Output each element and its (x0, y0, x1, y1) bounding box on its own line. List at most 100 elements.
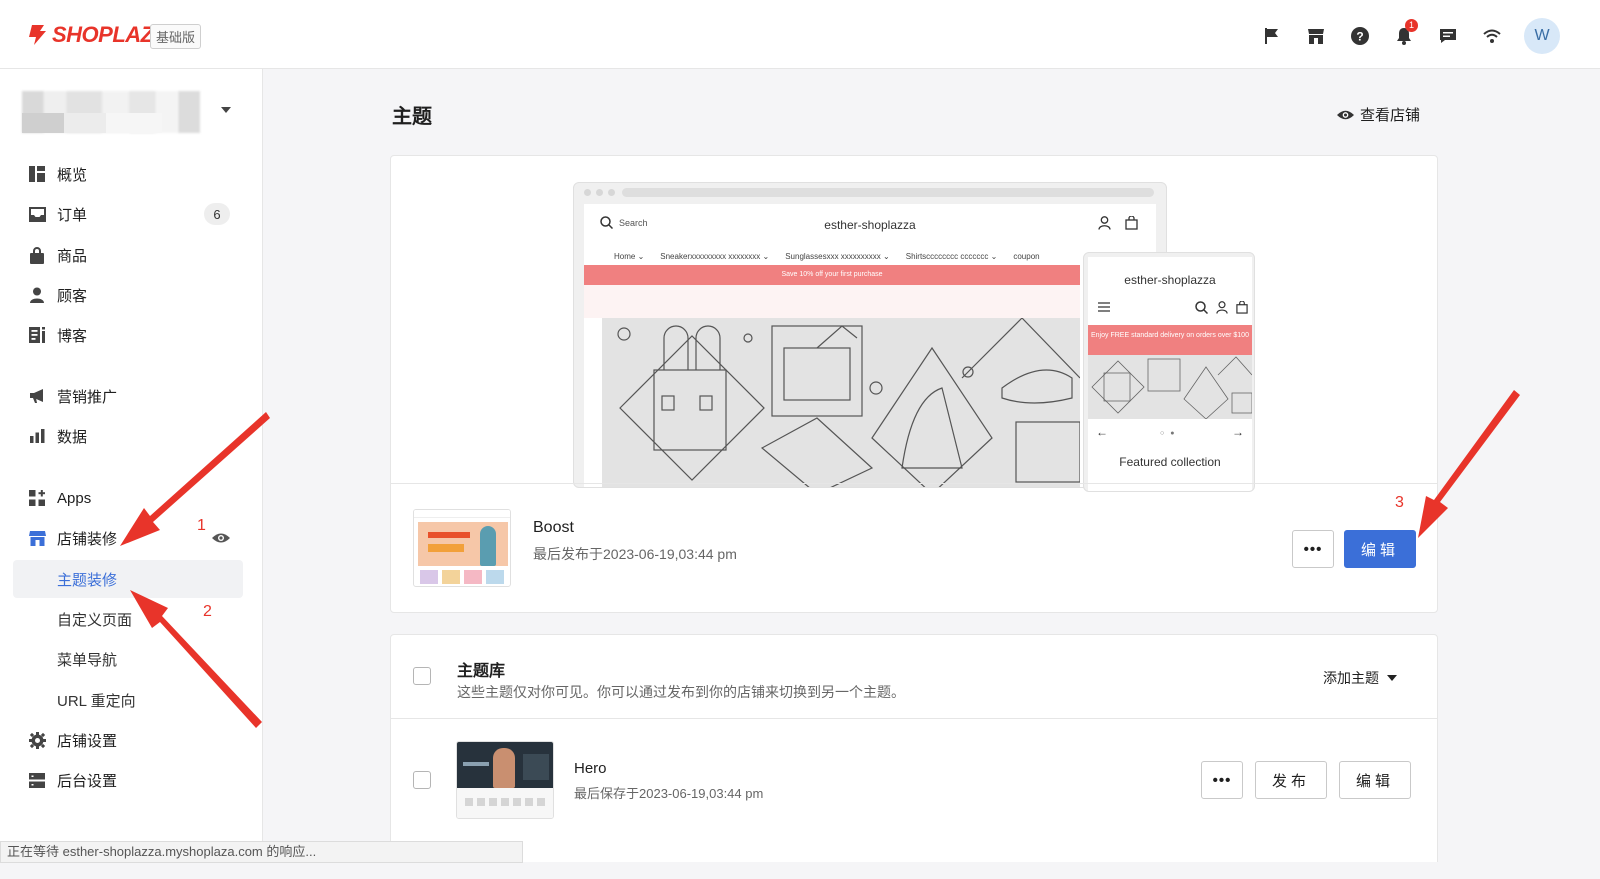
sidebar-item-label: 店铺设置 (57, 732, 118, 750)
svg-text:?: ? (1356, 30, 1363, 44)
sidebar-item-label: 博客 (57, 327, 88, 345)
sidebar-item-products[interactable]: 商品 (28, 240, 87, 270)
orders-count-badge: 6 (204, 203, 230, 225)
sidebar-item-label: 订单 (57, 206, 88, 224)
eye-icon (1337, 110, 1354, 119)
desktop-page: Search esther-shoplazza Home ⌄ Sneakerxx… (584, 204, 1156, 487)
sidebar-subitem-label: 自定义页面 (57, 611, 133, 629)
sidebar-subitem-custom-pages[interactable]: 自定义页面 (57, 604, 132, 634)
sidebar-subitem-label: 主题装修 (57, 571, 118, 589)
eye-icon[interactable] (212, 531, 230, 549)
apps-icon (28, 489, 46, 507)
mobile-featured-collection: Featured collection (1119, 455, 1221, 469)
store-icon[interactable] (1294, 19, 1338, 53)
desktop-preview: Search esther-shoplazza Home ⌄ Sneakerxx… (573, 182, 1167, 488)
wifi-icon[interactable] (1470, 19, 1514, 53)
sidebar-item-label: 营销推广 (57, 388, 118, 406)
top-bar: SHOPLAZZA 基础版 ? 1 W (0, 0, 1600, 69)
sidebar-item-label: 数据 (57, 428, 88, 446)
carousel-dots: ○● (1160, 430, 1181, 437)
sidebar-item-overview[interactable]: 概览 (28, 159, 87, 189)
help-icon[interactable]: ? (1338, 19, 1382, 53)
library-title: 主题库 (457, 663, 506, 680)
person-icon (28, 286, 46, 304)
chat-icon[interactable] (1426, 19, 1470, 53)
sidebar-subitem-url-redirect[interactable]: URL 重定向 (57, 685, 136, 715)
sidebar-item-store-settings[interactable]: 店铺设置 (28, 725, 117, 755)
annotation-number-2: 2 (203, 603, 212, 620)
preview-nav-item: Sunglassesxxx xxxxxxxxxx ⌄ (785, 252, 890, 261)
edit-theme-button[interactable]: 编辑 (1344, 530, 1416, 568)
sidebar-subitem-navigation[interactable]: 菜单导航 (57, 644, 117, 674)
sidebar-subitem-label: URL 重定向 (57, 692, 136, 710)
theme-checkbox[interactable] (413, 771, 431, 789)
annotation-number-1: 1 (197, 517, 206, 534)
sidebar-item-customers[interactable]: 顾客 (28, 280, 87, 310)
sidebar-item-label: 后台设置 (57, 772, 118, 790)
preview-store-name: esther-shoplazza (824, 218, 916, 232)
inbox-icon (28, 205, 46, 223)
header-actions: ? 1 W (1250, 18, 1560, 54)
chevron-down-icon (221, 107, 231, 113)
mobile-hero-image (1088, 355, 1253, 420)
sidebar-item-analytics[interactable]: 数据 (28, 421, 87, 451)
theme-name: Hero (574, 760, 607, 777)
preview-nav-item: Shirtscccccccc ccccccc ⌄ (905, 252, 998, 261)
sidebar-item-label: 商品 (57, 247, 88, 265)
chevron-down-icon (1387, 675, 1397, 681)
sidebar (0, 69, 263, 879)
bar-chart-icon (28, 427, 46, 445)
sidebar-item-marketing[interactable]: 营销推广 (28, 381, 117, 411)
current-theme-card: Search esther-shoplazza Home ⌄ Sneakerxx… (390, 155, 1438, 613)
theme-saved-date: 最后保存于2023-06-19,03:44 pm (574, 786, 764, 801)
server-icon (28, 771, 46, 789)
account-icon (1216, 301, 1228, 314)
theme-library-card: 主题库 这些主题仅对你可见。你可以通过发布到你的店铺来切换到另一个主题。 添加主… (390, 634, 1438, 879)
edit-theme-button[interactable]: 编辑 (1339, 761, 1411, 799)
preview-nav-item: Sneakerxxxxxxxxx xxxxxxxx ⌄ (660, 252, 770, 261)
mobile-header-icons (1098, 301, 1248, 314)
sidebar-subitem-themes[interactable]: 主题装修 (13, 560, 243, 598)
sidebar-item-apps[interactable]: Apps (28, 483, 91, 513)
add-theme-label: 添加主题 (1323, 670, 1379, 686)
sidebar-subitem-label: 菜单导航 (57, 651, 118, 669)
add-theme-dropdown[interactable]: 添加主题 (1323, 668, 1397, 688)
account-icon (1098, 216, 1111, 230)
view-store-link[interactable]: 查看店铺 (1337, 104, 1420, 125)
store-name-blurred-2 (22, 113, 162, 133)
current-theme-row: Boost 最后发布于2023-06-19,03:44 pm ••• 编辑 (391, 483, 1437, 612)
browser-status-bar: 正在等待 esther-shoplazza.myshoplaza.com 的响应… (0, 841, 523, 863)
sidebar-item-label: Apps (57, 489, 92, 507)
dashboard-icon (28, 165, 46, 183)
search-icon (1195, 301, 1208, 314)
page-bottom (0, 862, 1600, 879)
sidebar-item-admin-settings[interactable]: 后台设置 (28, 765, 117, 795)
bell-icon[interactable]: 1 (1382, 19, 1426, 53)
flag-icon[interactable] (1250, 19, 1294, 53)
theme-preview: Search esther-shoplazza Home ⌄ Sneakerxx… (391, 156, 1437, 492)
blog-icon (28, 326, 46, 344)
sidebar-item-blog[interactable]: 博客 (28, 320, 87, 350)
preview-promo-banner: Save 10% off your first purchase (584, 265, 1080, 285)
select-all-checkbox[interactable] (413, 667, 431, 685)
library-subtitle: 这些主题仅对你可见。你可以通过发布到你的店铺来切换到另一个主题。 (457, 684, 905, 700)
store-switcher[interactable] (22, 91, 237, 135)
more-actions-button[interactable]: ••• (1292, 530, 1334, 568)
sidebar-item-label: 店铺装修 (57, 530, 118, 548)
preview-nav-item: coupon (1013, 252, 1040, 261)
sidebar-item-label: 顾客 (57, 287, 88, 305)
page-title: 主题 (392, 106, 432, 128)
avatar[interactable]: W (1524, 18, 1560, 54)
browser-dots (584, 189, 615, 196)
browser-url-bar (622, 188, 1154, 197)
sidebar-item-orders[interactable]: 订单 (28, 199, 87, 229)
theme-thumbnail (456, 741, 554, 819)
sidebar-item-store-design[interactable]: 店铺装修 (28, 523, 117, 553)
annotation-number-3: 3 (1395, 494, 1404, 511)
arrow-right-icon: → (1232, 425, 1244, 439)
bag-icon (28, 246, 46, 264)
more-actions-button[interactable]: ••• (1201, 761, 1243, 799)
preview-hero-bg (584, 285, 1080, 318)
publish-theme-button[interactable]: 发布 (1255, 761, 1327, 799)
preview-header-icons (1098, 216, 1138, 230)
